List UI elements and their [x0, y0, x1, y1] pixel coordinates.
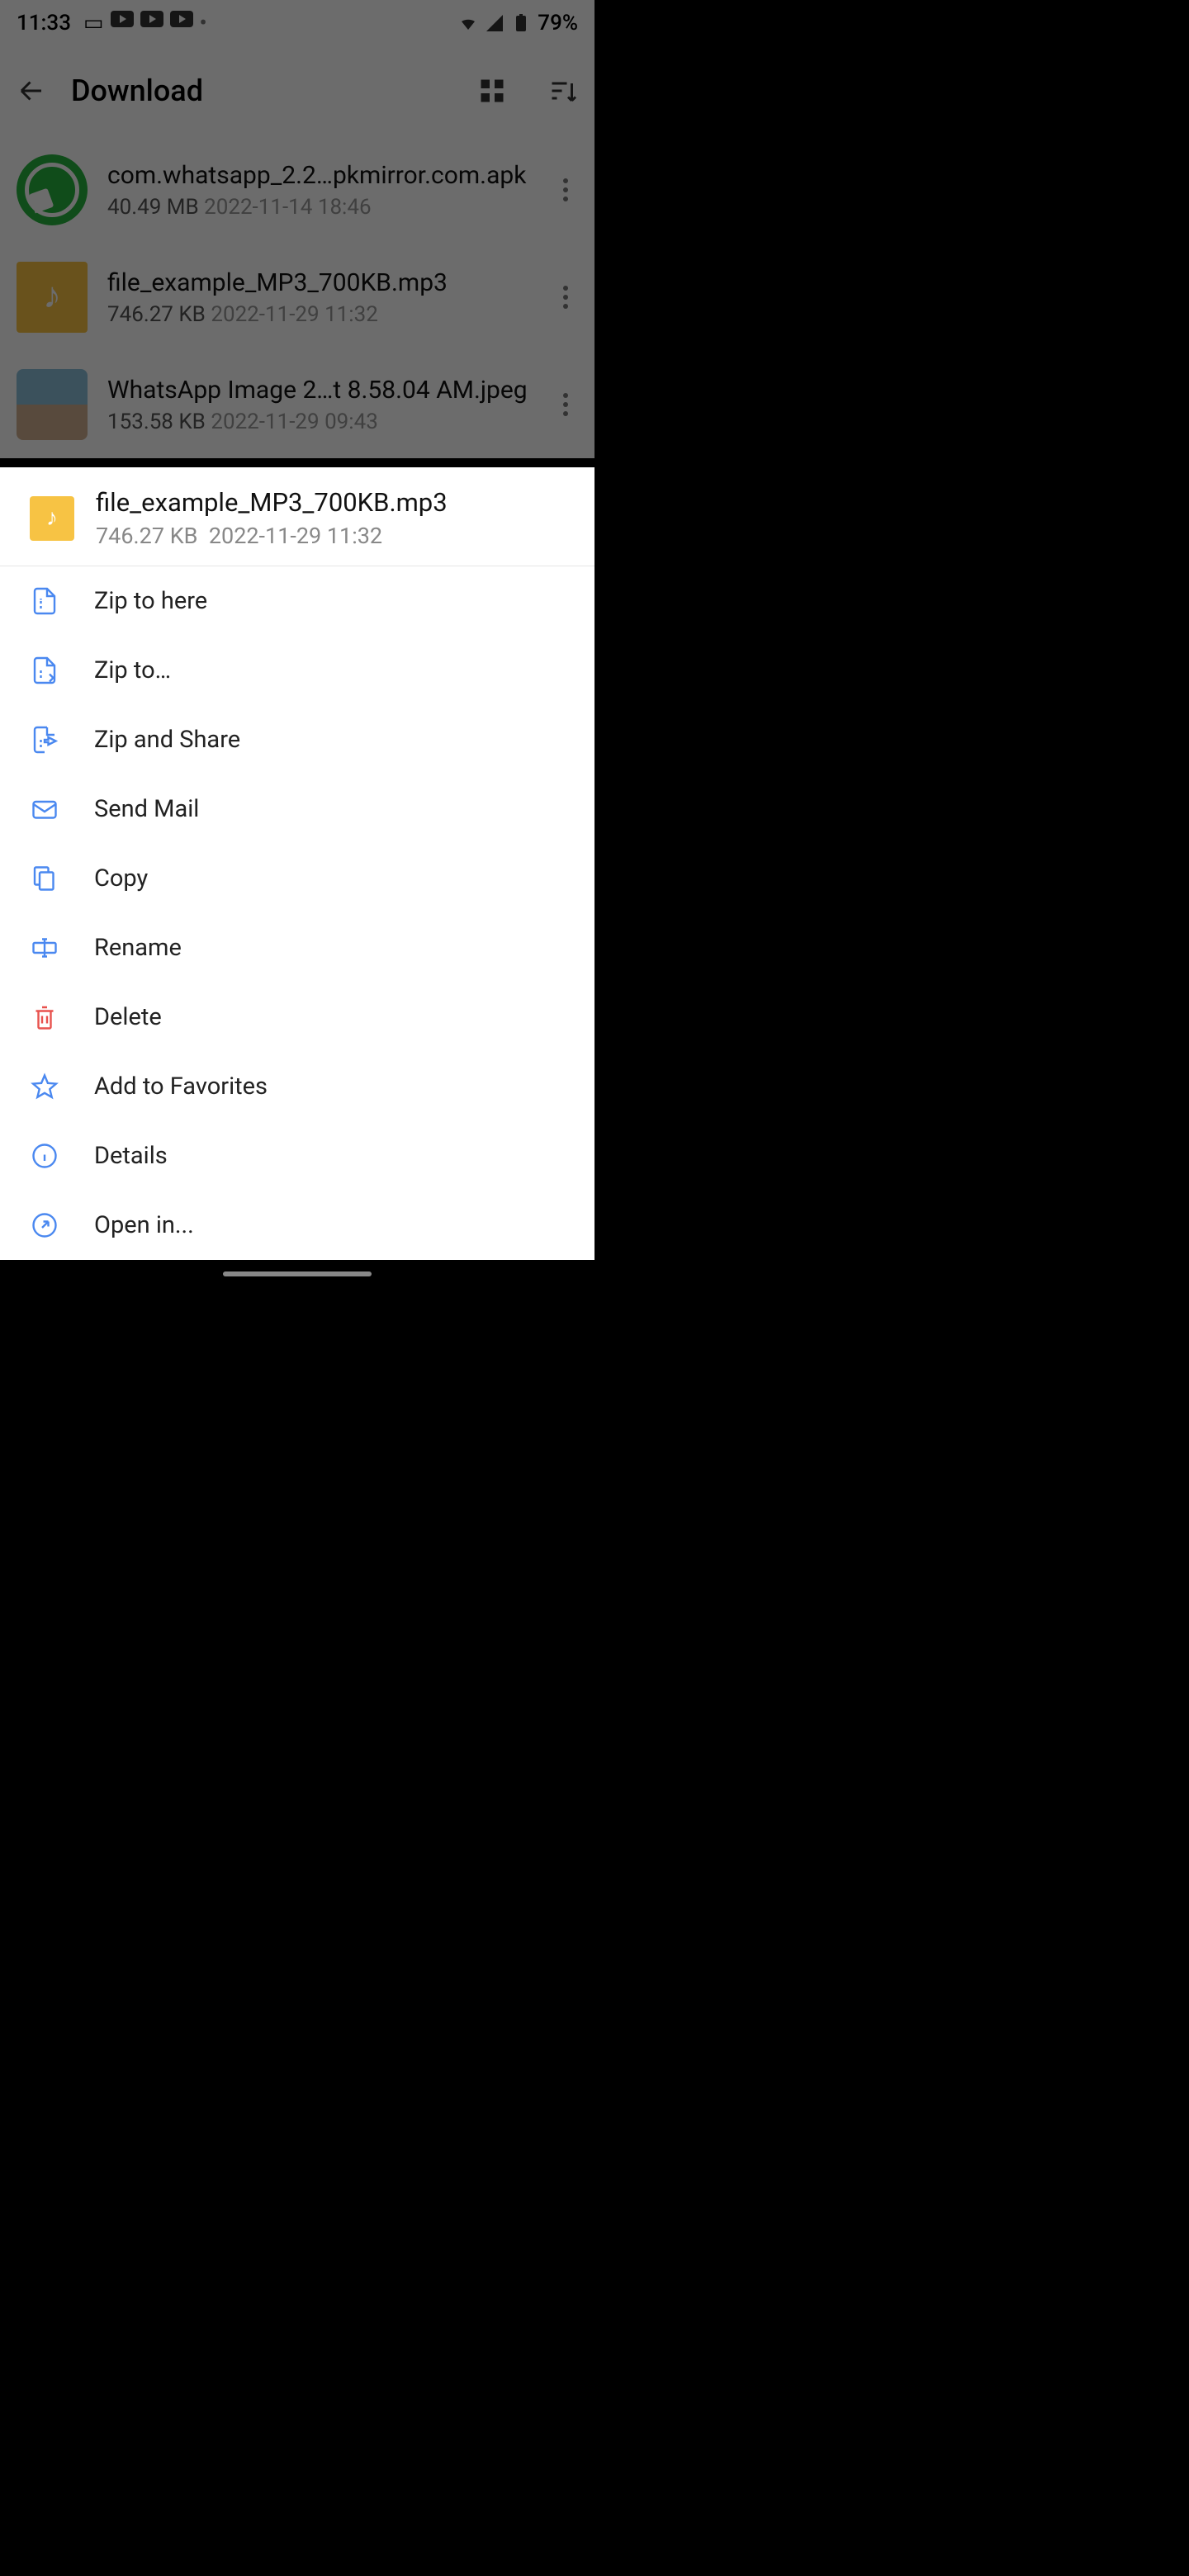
zip-icon [30, 586, 59, 616]
menu-label: Zip to here [94, 587, 207, 615]
context-menu-sheet: file_example_MP3_700KB.mp3 746.27 KB 202… [0, 467, 594, 1260]
mail-icon [30, 794, 59, 824]
home-indicator[interactable] [223, 1271, 372, 1276]
menu-zip-share[interactable]: Zip and Share [0, 705, 594, 774]
zip-share-icon [30, 725, 59, 755]
rename-icon [30, 933, 59, 963]
menu-copy[interactable]: Copy [0, 844, 594, 913]
menu-label: Zip and Share [94, 726, 240, 754]
sheet-file-name: file_example_MP3_700KB.mp3 [96, 487, 448, 518]
menu-label: Delete [94, 1003, 162, 1031]
menu-label: Send Mail [94, 795, 199, 823]
external-link-icon [30, 1210, 59, 1240]
delete-icon [30, 1002, 59, 1032]
menu-open-in[interactable]: Open in... [0, 1191, 594, 1260]
menu-zip-to[interactable]: Zip to… [0, 636, 594, 705]
menu-details[interactable]: Details [0, 1121, 594, 1191]
menu-label: Add to Favorites [94, 1073, 268, 1101]
menu-zip-here[interactable]: Zip to here [0, 566, 594, 636]
menu-delete[interactable]: Delete [0, 983, 594, 1052]
menu-label: Details [94, 1142, 168, 1170]
star-icon [30, 1072, 59, 1101]
sheet-header: file_example_MP3_700KB.mp3 746.27 KB 202… [0, 467, 594, 566]
menu-label: Open in... [94, 1211, 194, 1239]
menu-send-mail[interactable]: Send Mail [0, 774, 594, 844]
menu-label: Copy [94, 864, 148, 893]
navigation-bar [0, 1260, 594, 1288]
zip-arrow-icon [30, 656, 59, 685]
menu-label: Zip to… [94, 656, 171, 684]
menu-label: Rename [94, 934, 182, 962]
music-file-icon [30, 496, 74, 541]
info-icon [30, 1141, 59, 1171]
copy-icon [30, 864, 59, 893]
menu-rename[interactable]: Rename [0, 913, 594, 983]
menu-add-favorites[interactable]: Add to Favorites [0, 1052, 594, 1121]
